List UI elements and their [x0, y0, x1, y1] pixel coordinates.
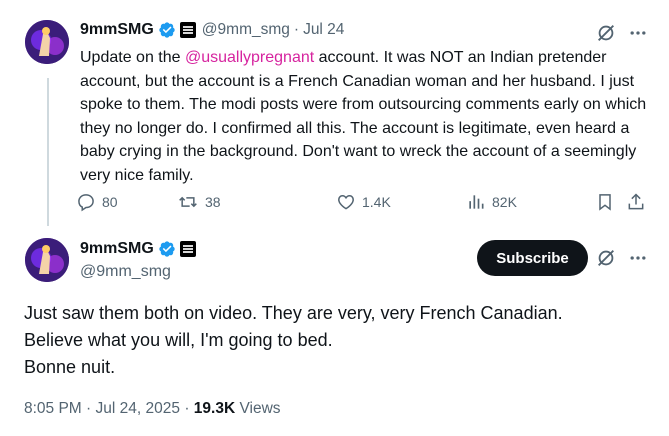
- bookmark-button[interactable]: [595, 192, 621, 212]
- subscribe-button[interactable]: Subscribe: [477, 240, 588, 276]
- display-name[interactable]: 9mmSMG: [80, 240, 154, 258]
- avatar-image: [25, 20, 69, 64]
- handle[interactable]: @9mm_smg: [202, 21, 290, 39]
- bookmark-icon: [599, 194, 611, 211]
- views-count: 19.3K: [193, 400, 236, 417]
- views-label: Views: [239, 400, 281, 417]
- reply-tweet-header: 9mmSMG @9mm_smg · Jul 24: [80, 21, 344, 39]
- share-icon: [628, 193, 644, 210]
- avatar[interactable]: [25, 238, 69, 282]
- display-name[interactable]: 9mmSMG: [80, 21, 154, 39]
- reply-button[interactable]: 80: [76, 192, 118, 212]
- separator: ·: [184, 400, 190, 417]
- affiliate-badge-icon[interactable]: [179, 241, 196, 257]
- like-button[interactable]: 1.4K: [336, 192, 391, 212]
- avatar[interactable]: [25, 20, 69, 64]
- tweet-line: Believe what you will, I'm going to bed.: [24, 330, 333, 350]
- repost-icon: [179, 196, 197, 208]
- reply-tweet-text: Update on the @usuallypregnant account. …: [80, 46, 650, 187]
- like-count: 1.4K: [362, 194, 391, 210]
- more-icon[interactable]: [626, 21, 650, 45]
- post-time[interactable]: 8:05 PM: [24, 400, 82, 417]
- tweet-text-part: Update on the: [80, 49, 185, 66]
- more-icon[interactable]: [626, 246, 650, 270]
- grok-icon[interactable]: [594, 246, 618, 270]
- verified-badge-icon: [158, 21, 176, 39]
- like-icon: [338, 194, 354, 210]
- thread-connector-line: [47, 78, 49, 226]
- timestamp[interactable]: Jul 24: [303, 21, 344, 39]
- affiliate-badge-icon[interactable]: [179, 22, 196, 38]
- reply-icon: [78, 194, 94, 212]
- separator: ·: [293, 21, 300, 38]
- main-tweet-header: 9mmSMG: [80, 240, 196, 258]
- views-icon: [469, 195, 484, 209]
- main-tweet-text: Just saw them both on video. They are ve…: [24, 300, 644, 381]
- tweet-line: Just saw them both on video. They are ve…: [24, 303, 563, 323]
- tweet-text-part: account. It was NOT an Indian pretender …: [80, 49, 647, 184]
- avatar-image: [25, 238, 69, 282]
- separator: ·: [86, 400, 92, 417]
- tweet-line: Bonne nuit.: [24, 357, 116, 377]
- grok-icon[interactable]: [594, 21, 618, 45]
- tweet-metadata: 8:05 PM · Jul 24, 2025 · 19.3K Views: [24, 400, 281, 418]
- views-count: 82K: [492, 194, 517, 210]
- post-date[interactable]: Jul 24, 2025: [96, 400, 180, 417]
- mention-link[interactable]: @usuallypregnant: [185, 49, 314, 66]
- repost-button[interactable]: 38: [177, 192, 221, 212]
- handle[interactable]: @9mm_smg: [80, 263, 171, 281]
- views-button[interactable]: 82K: [466, 192, 517, 212]
- verified-badge-icon: [158, 240, 176, 258]
- share-button[interactable]: [626, 192, 652, 212]
- reply-count: 80: [102, 194, 118, 210]
- action-bar: 80 38 1.4K 82K: [76, 192, 656, 218]
- repost-count: 38: [205, 194, 221, 210]
